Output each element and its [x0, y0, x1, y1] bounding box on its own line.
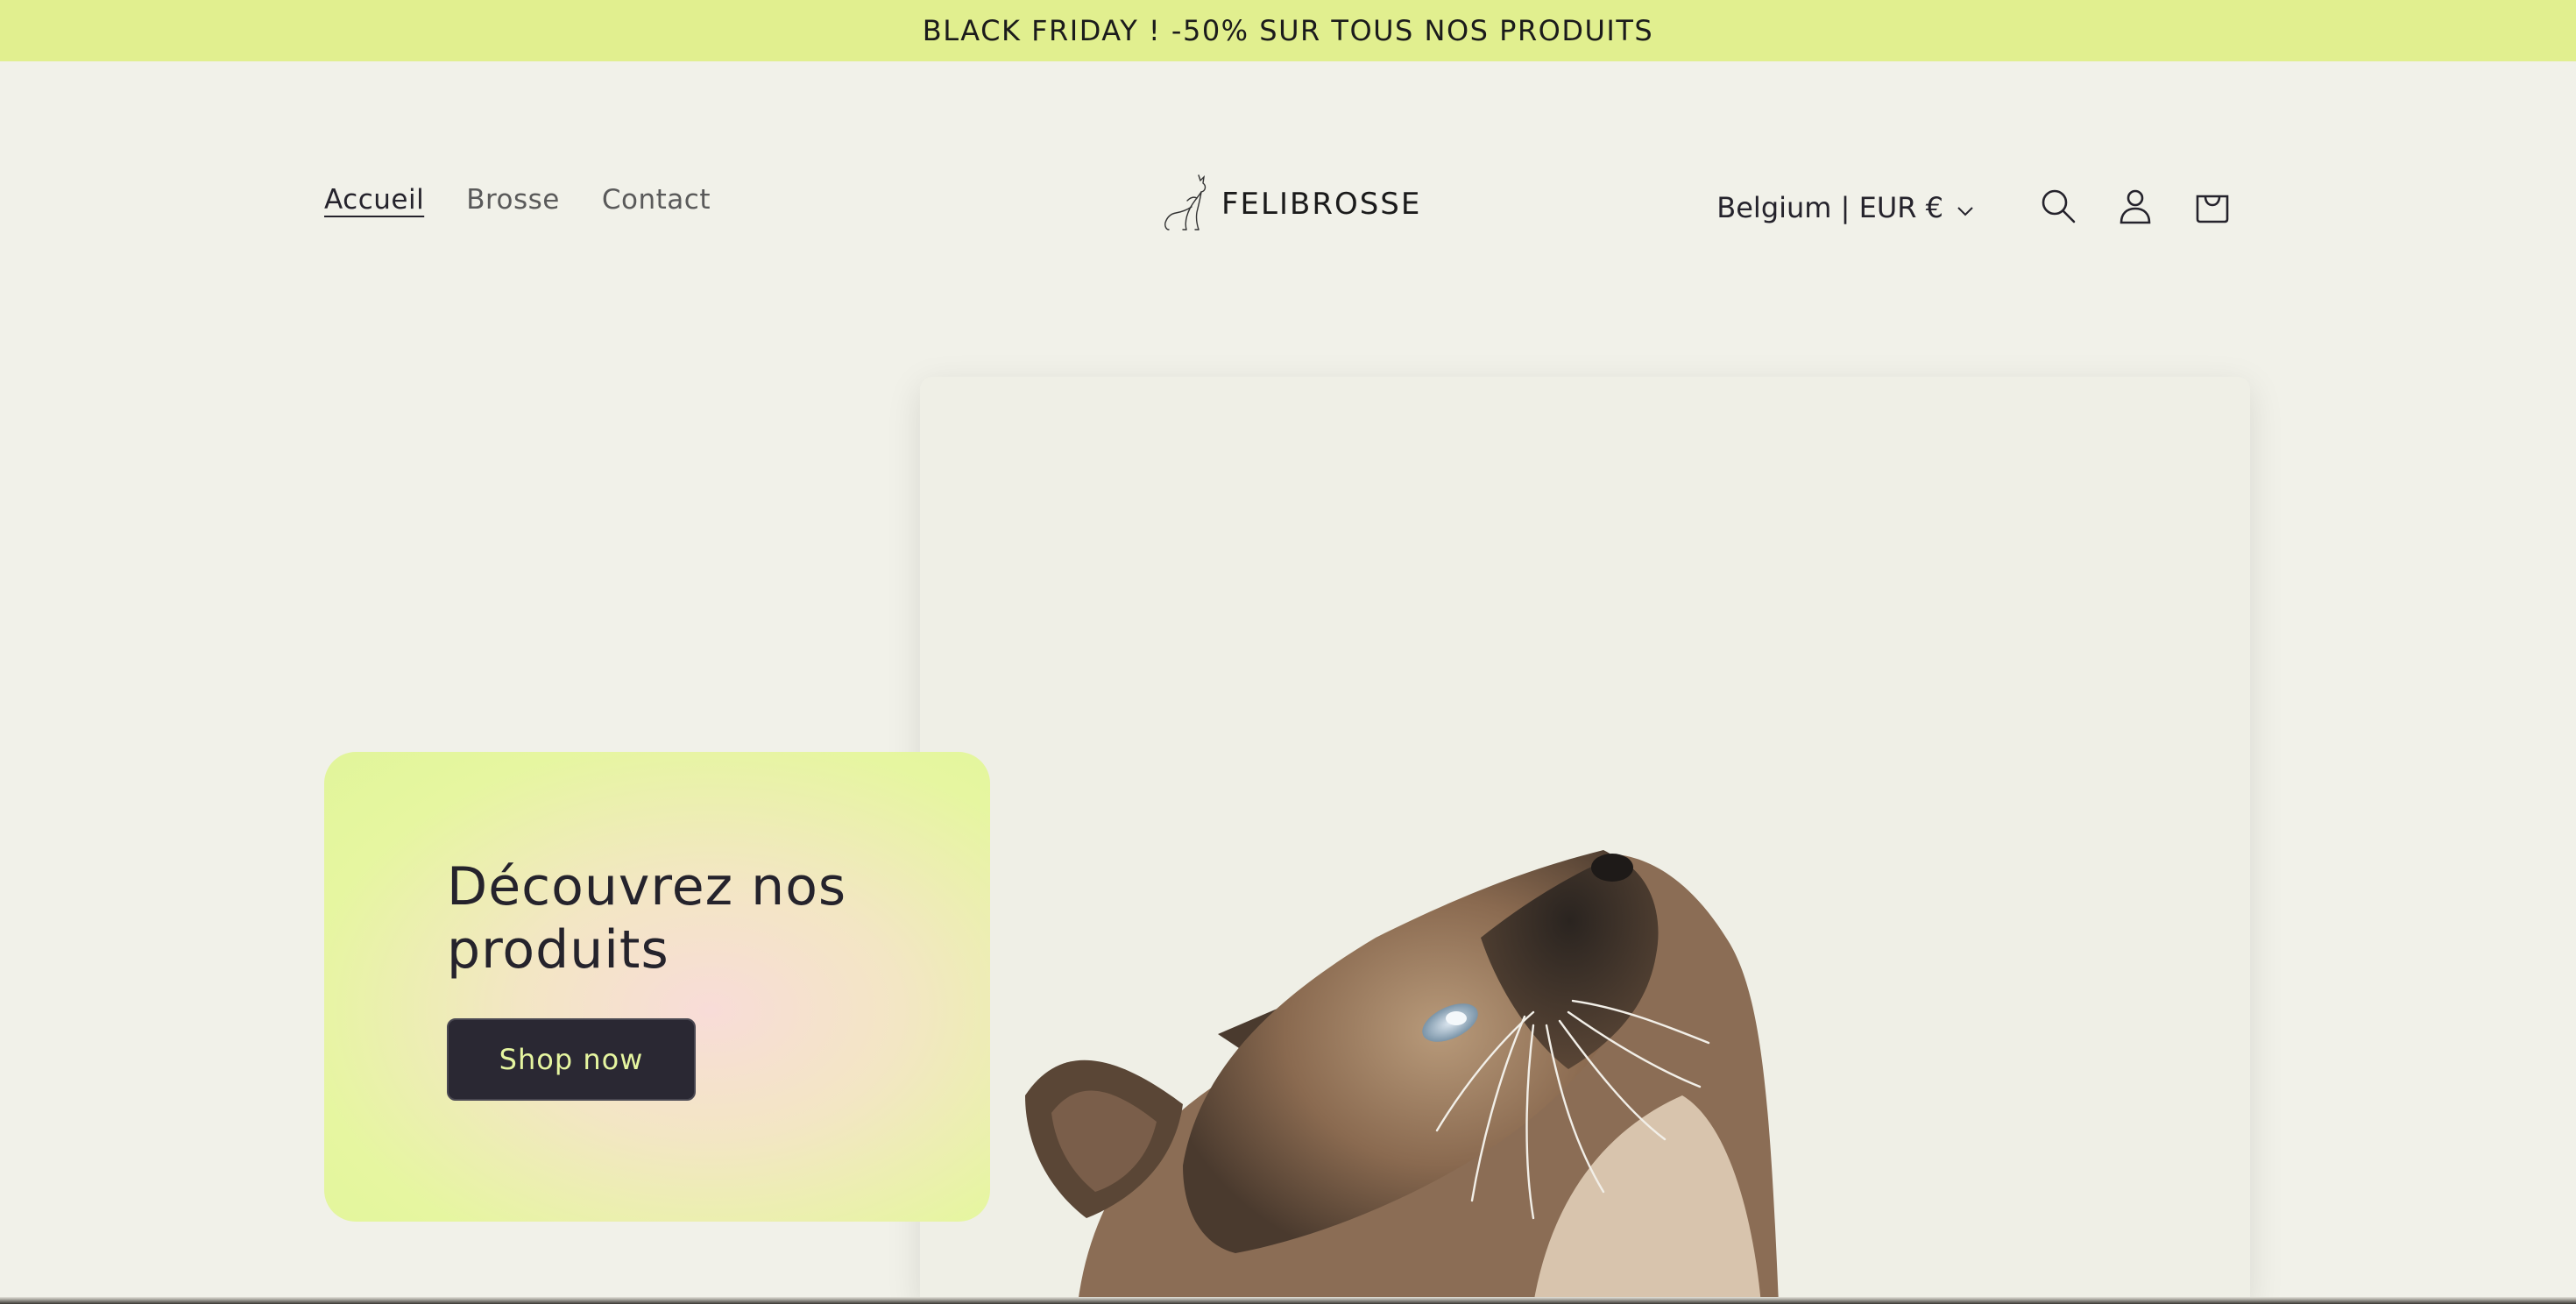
cart-button[interactable]: [2185, 181, 2240, 235]
nav-item-contact[interactable]: Contact: [602, 184, 711, 216]
chevron-down-icon: [1956, 191, 1975, 224]
account-icon: [2115, 186, 2155, 230]
cart-icon: [2192, 186, 2233, 230]
hero-card: Découvrez nos produits Shop now: [324, 752, 990, 1222]
nav-item-accueil[interactable]: Accueil: [324, 184, 424, 216]
search-button[interactable]: [2031, 181, 2085, 235]
logo-text: FELIBROSSE: [1221, 187, 1422, 222]
shop-now-button[interactable]: Shop now: [447, 1018, 696, 1101]
hero-title: Découvrez nos produits: [447, 856, 847, 981]
announcement-text: BLACK FRIDAY ! -50% SUR TOUS NOS PRODUIT…: [922, 14, 1654, 47]
main-nav: Accueil Brosse Contact: [324, 184, 711, 216]
cat-logo-icon: [1160, 172, 1214, 237]
account-button[interactable]: [2108, 181, 2162, 235]
header-actions: Belgium | EUR €: [1716, 177, 2240, 238]
cat-illustration: [1025, 850, 1779, 1304]
announcement-bar: BLACK FRIDAY ! -50% SUR TOUS NOS PRODUIT…: [0, 0, 2576, 61]
locale-selector[interactable]: Belgium | EUR €: [1716, 191, 1975, 224]
search-icon: [2038, 186, 2078, 230]
hero-image: [920, 377, 2250, 1304]
site-header: Accueil Brosse Contact FELIBROSSE Belgiu…: [0, 61, 2576, 351]
nav-item-brosse[interactable]: Brosse: [466, 184, 560, 216]
locale-label: Belgium | EUR €: [1716, 191, 1943, 224]
page-bottom-edge: [0, 1297, 2576, 1304]
site-logo[interactable]: FELIBROSSE: [1160, 172, 1421, 237]
